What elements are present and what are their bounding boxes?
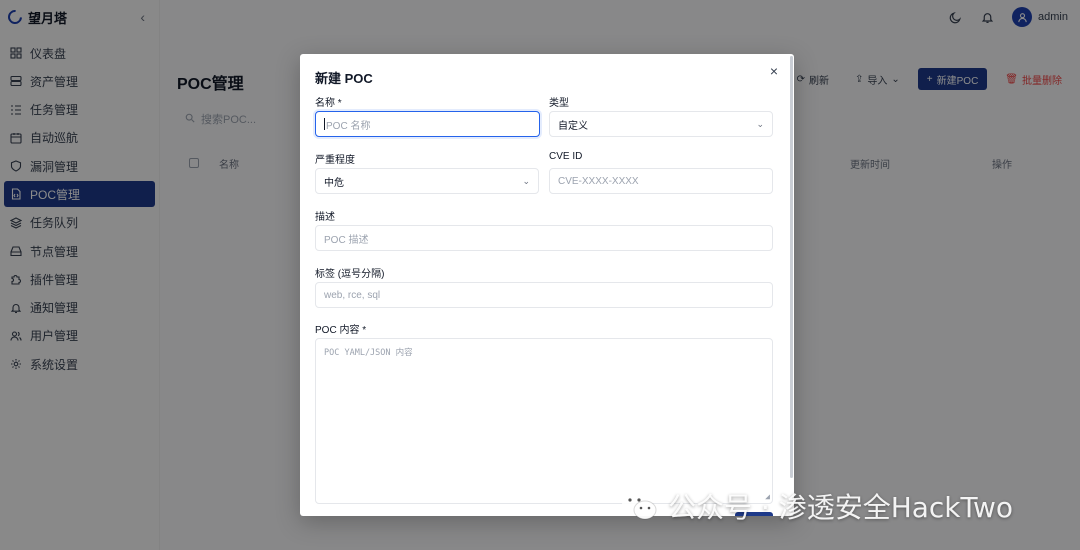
tags-input[interactable]: web, rce, sql bbox=[315, 282, 773, 308]
chevron-down-icon: ⌄ bbox=[522, 175, 530, 186]
severity-label: 严重程度 bbox=[315, 155, 355, 166]
severity-select[interactable]: 中危 ⌄ bbox=[315, 168, 539, 194]
type-select[interactable]: 自定义 ⌄ bbox=[549, 111, 773, 137]
text-cursor bbox=[324, 118, 325, 130]
name-placeholder: POC 名称 bbox=[326, 120, 371, 132]
cve-placeholder: CVE-XXXX-XXXX bbox=[558, 175, 639, 187]
close-icon[interactable]: × bbox=[770, 63, 778, 79]
modal-scrollbar[interactable] bbox=[790, 56, 793, 478]
new-poc-modal: 新建 POC × 名称 * POC 名称 类型 自定义 ⌄ 严重程度 中危 ⌄ … bbox=[300, 54, 794, 516]
description-input[interactable]: POC 描述 bbox=[315, 225, 773, 251]
description-placeholder: POC 描述 bbox=[324, 234, 369, 246]
chevron-down-icon: ⌄ bbox=[756, 118, 764, 129]
severity-value: 中危 bbox=[324, 177, 344, 189]
name-label: 名称 * bbox=[315, 98, 342, 109]
type-value: 自定义 bbox=[558, 120, 588, 132]
cve-input[interactable]: CVE-XXXX-XXXX bbox=[549, 168, 773, 194]
watermark: 公众号 · 渗透安全HackTwo bbox=[620, 486, 1013, 526]
type-label: 类型 bbox=[549, 98, 569, 109]
watermark-text: 公众号 · 渗透安全HackTwo bbox=[668, 491, 1014, 524]
tags-label: 标签 (逗号分隔) bbox=[315, 269, 385, 280]
content-label: POC 内容 * bbox=[315, 325, 367, 336]
wechat-logo-icon bbox=[620, 490, 658, 522]
cve-label: CVE ID bbox=[549, 151, 583, 162]
content-placeholder: POC YAML/JSON 内容 bbox=[324, 348, 413, 358]
content-textarea[interactable]: POC YAML/JSON 内容 ◢ bbox=[315, 338, 773, 504]
tags-placeholder: web, rce, sql bbox=[324, 289, 381, 301]
modal-title: 新建 POC bbox=[315, 71, 373, 86]
description-label: 描述 bbox=[315, 212, 335, 223]
name-input[interactable]: POC 名称 bbox=[315, 111, 540, 137]
